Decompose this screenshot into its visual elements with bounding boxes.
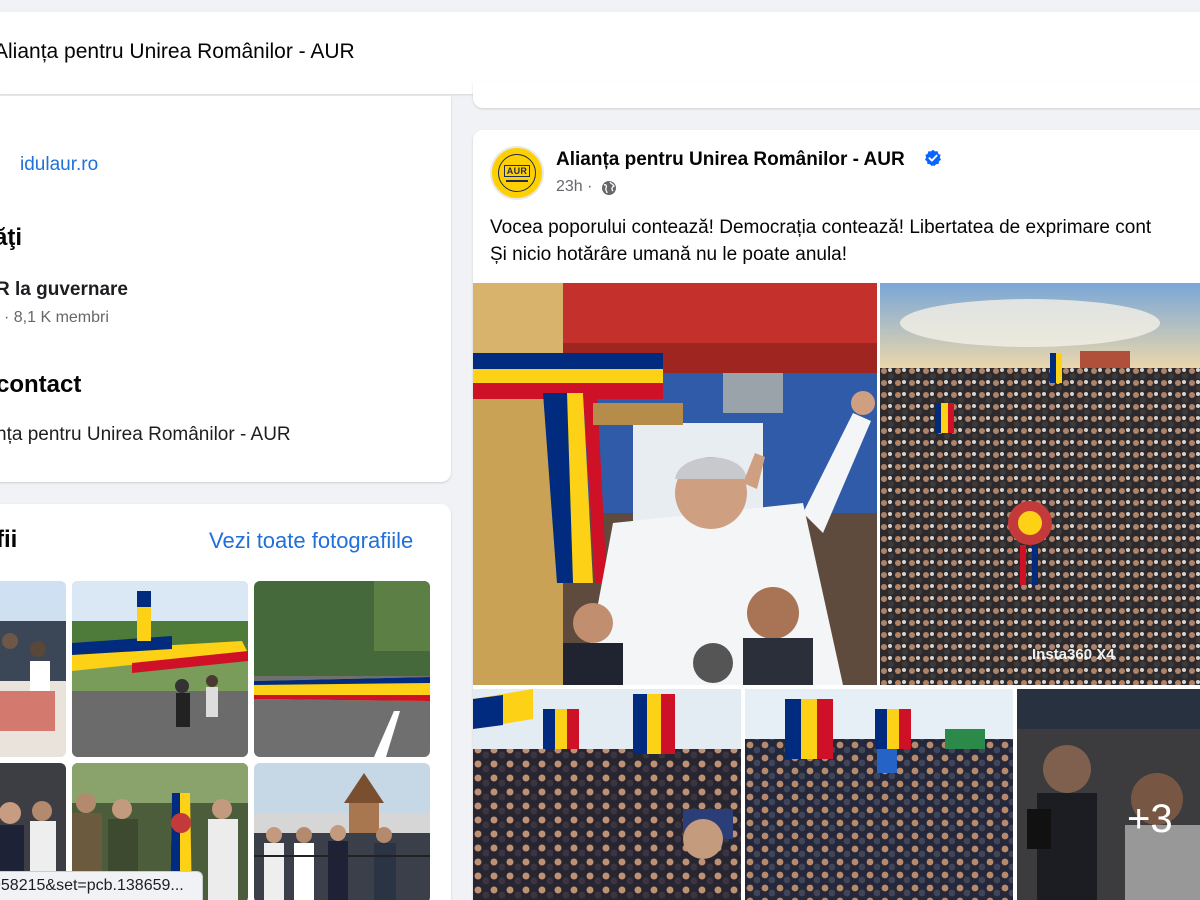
verified-badge-icon bbox=[925, 149, 941, 167]
photo-crowd-building-image bbox=[254, 763, 430, 900]
group-meta: l · 8,1 K membri bbox=[0, 309, 109, 326]
post-text-line-2: Și nicio hotărâre umană nu le poate anul… bbox=[490, 244, 848, 265]
see-all-photos-link[interactable]: Vezi toate fotografiile bbox=[209, 528, 413, 554]
contact-name[interactable]: nța pentru Unirea Românilor - AUR bbox=[0, 424, 291, 446]
more-photos-count: +3 bbox=[1127, 797, 1173, 841]
photo-leader-waving-image bbox=[473, 283, 877, 685]
previous-post-card bbox=[473, 82, 1200, 108]
photo-watermark: Insta360 X4 bbox=[1032, 646, 1115, 663]
photo-flags-crowd-image bbox=[473, 689, 741, 900]
post-card: AUR Alianța pentru Unirea Românilor - AU… bbox=[473, 130, 1200, 900]
website-link[interactable]: idulaur.ro bbox=[20, 154, 98, 176]
more-photos-tile[interactable]: +3 bbox=[1017, 689, 1200, 900]
post-timestamp[interactable]: 23h · bbox=[556, 178, 592, 196]
globe-icon bbox=[602, 181, 616, 195]
photo-thumb-1[interactable] bbox=[0, 581, 66, 757]
photo-crowd-table-image bbox=[0, 581, 66, 757]
page-title: Alianța pentru Unirea Românilor - AUR bbox=[0, 40, 355, 63]
photo-thumb-2[interactable] bbox=[72, 581, 248, 757]
more-photos-overlay bbox=[1017, 689, 1200, 900]
photo-rally-flags-image bbox=[745, 689, 1013, 900]
browser-top-strip bbox=[0, 0, 1200, 12]
groups-heading: ăţi bbox=[0, 224, 23, 251]
photo-thumb-6[interactable] bbox=[254, 763, 430, 900]
post-author-link[interactable]: Alianța pentru Unirea Românilor - AUR bbox=[556, 149, 905, 171]
aur-logo: AUR bbox=[498, 154, 536, 192]
post-text: Vocea poporului contează! Democrația con… bbox=[490, 214, 1151, 268]
photo-thumb-3[interactable] bbox=[254, 581, 430, 757]
post-photo-3[interactable] bbox=[473, 689, 741, 900]
group-name-link[interactable]: R la guvernare bbox=[0, 279, 128, 301]
contact-heading: contact bbox=[0, 371, 82, 398]
photo-long-flag-road-image bbox=[254, 581, 430, 757]
photos-heading: fii bbox=[0, 526, 18, 553]
page-avatar[interactable]: AUR bbox=[490, 146, 544, 200]
status-bar-url: 958215&set=pcb.138659... bbox=[0, 871, 203, 900]
post-photo-1[interactable] bbox=[473, 283, 877, 685]
photo-aerial-crowd-image bbox=[880, 283, 1200, 685]
post-text-line-1: Vocea poporului contează! Democrația con… bbox=[490, 217, 1152, 238]
post-photo-2[interactable]: Insta360 X4 bbox=[880, 283, 1200, 685]
photo-flag-march-image bbox=[72, 581, 248, 757]
post-photo-4[interactable] bbox=[745, 689, 1013, 900]
